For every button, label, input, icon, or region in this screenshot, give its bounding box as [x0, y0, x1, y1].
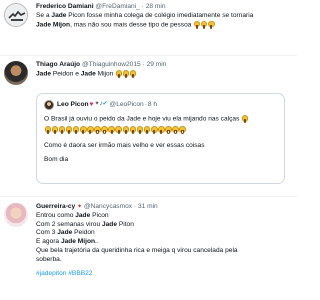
laughing-emoji-icon: [58, 126, 66, 134]
laughing-emoji-icon: [94, 126, 101, 134]
avatar[interactable]: [4, 203, 28, 227]
separator: ·: [133, 203, 137, 210]
laughing-emoji-icon: [122, 70, 130, 78]
quote-handle[interactable]: @LeoPicon: [110, 101, 144, 110]
quote-text-line: O Brasil já ouviu o peido da Jade e hoje…: [44, 115, 277, 124]
tweet-text-line: Entrou como Jade Picon: [36, 212, 109, 219]
laughing-emoji-icon: [143, 126, 151, 134]
tweet-text-line: Se a Jade Picon fosse minha colega de co…: [36, 12, 254, 19]
tweet-text-line: Com 2 semanas virou Jade Piton: [36, 220, 134, 228]
laughing-emoji-icon: [72, 126, 80, 134]
laughing-emoji-icon: [179, 126, 186, 134]
avatar[interactable]: [4, 61, 28, 85]
separator: ·: [141, 3, 144, 10]
display-name[interactable]: Thiago Araújo: [36, 61, 80, 68]
quote-timestamp[interactable]: 8 h: [148, 101, 157, 110]
tweet-text-line: Jade Mijon, mas não sou mais desse tipo …: [36, 20, 291, 30]
laughing-emoji-icon: [150, 126, 158, 134]
laughing-emoji-icon: [101, 126, 108, 134]
timestamp[interactable]: 29 min: [147, 61, 167, 68]
divider: [0, 55, 297, 56]
tweet-guerreira[interactable]: Guerreira-cy ✦ @Nancycasmox · 31 min Ent…: [0, 202, 297, 298]
divider: [0, 196, 297, 197]
laughing-emoji-icon: [108, 126, 115, 134]
laughing-emoji-icon: [129, 70, 137, 78]
tweet-text-line: E agora Jade Mijon..: [36, 238, 99, 246]
laughing-emoji-icon: [115, 126, 123, 134]
tweet-frederico[interactable]: Frederico Damiani @FreDamiani_ · 28 min …: [0, 2, 297, 44]
timestamp[interactable]: 31 min: [138, 203, 158, 210]
tweet-feed: Frederico Damiani @FreDamiani_ · 28 min …: [0, 0, 297, 300]
quote-text-line: Bom dia: [44, 156, 69, 164]
laughing-emoji-icon: [122, 126, 130, 134]
emoji-row: [44, 126, 277, 135]
heart-icon: ♥: [89, 100, 94, 108]
timestamp[interactable]: 28 min: [146, 3, 166, 10]
laughing-emoji-icon: [129, 126, 137, 134]
quote-avatar[interactable]: [44, 100, 54, 110]
grinning-emoji-icon: [207, 20, 215, 29]
hashtag-links[interactable]: #jadepiton #BBB22: [36, 270, 291, 279]
display-name[interactable]: Guerreira-cy: [36, 203, 75, 210]
separator: ·: [142, 61, 145, 68]
separator: ·: [144, 100, 147, 108]
laughing-emoji-icon: [65, 126, 73, 134]
laughing-emoji-icon: [87, 126, 94, 134]
quote-display-name[interactable]: Leo Picon: [57, 101, 89, 110]
quoted-tweet[interactable]: Leo Picon ♥ ✦ ♪ ✔ @LeoPicon · 8 h O Bras…: [36, 93, 285, 184]
grinning-emoji-icon: [200, 20, 208, 29]
laughing-emoji-icon: [241, 115, 249, 123]
laughing-emoji-icon: [79, 126, 87, 134]
tweet-text-line: Jade Peidon e Jade Mijon: [36, 70, 291, 79]
laughing-emoji-icon: [158, 126, 165, 134]
user-handle[interactable]: @Nancycasmox: [84, 203, 132, 210]
grinning-emoji-icon: [193, 20, 201, 29]
laughing-emoji-icon: [165, 126, 172, 134]
user-handle[interactable]: @FreDamiani_: [95, 3, 139, 10]
laughing-emoji-icon: [136, 126, 144, 134]
tweet-text-line: soberba.: [36, 255, 62, 263]
laughing-emoji-icon: [115, 70, 123, 78]
sparkle-icon: ✦: [77, 204, 83, 210]
laughing-emoji-icon: [44, 126, 52, 134]
tweet-text-line: Com 3 Jade Peidon: [36, 229, 95, 237]
tweet-thiago[interactable]: Thiago Araújo @Thiaguinhow2015 · 29 min …: [0, 60, 297, 90]
display-name[interactable]: Frederico Damiani: [36, 3, 94, 10]
avatar[interactable]: [4, 3, 28, 27]
tweet-text-line: Que bela trajetória da queridinha rica e…: [36, 246, 238, 254]
laughing-emoji-icon: [172, 126, 179, 134]
quote-text-line: Como é daora ser irmão mais velho e ver …: [44, 141, 205, 149]
user-handle[interactable]: @Thiaguinhow2015: [82, 61, 141, 68]
verified-badge-icon: ✔: [102, 101, 108, 108]
laughing-emoji-icon: [51, 126, 59, 134]
